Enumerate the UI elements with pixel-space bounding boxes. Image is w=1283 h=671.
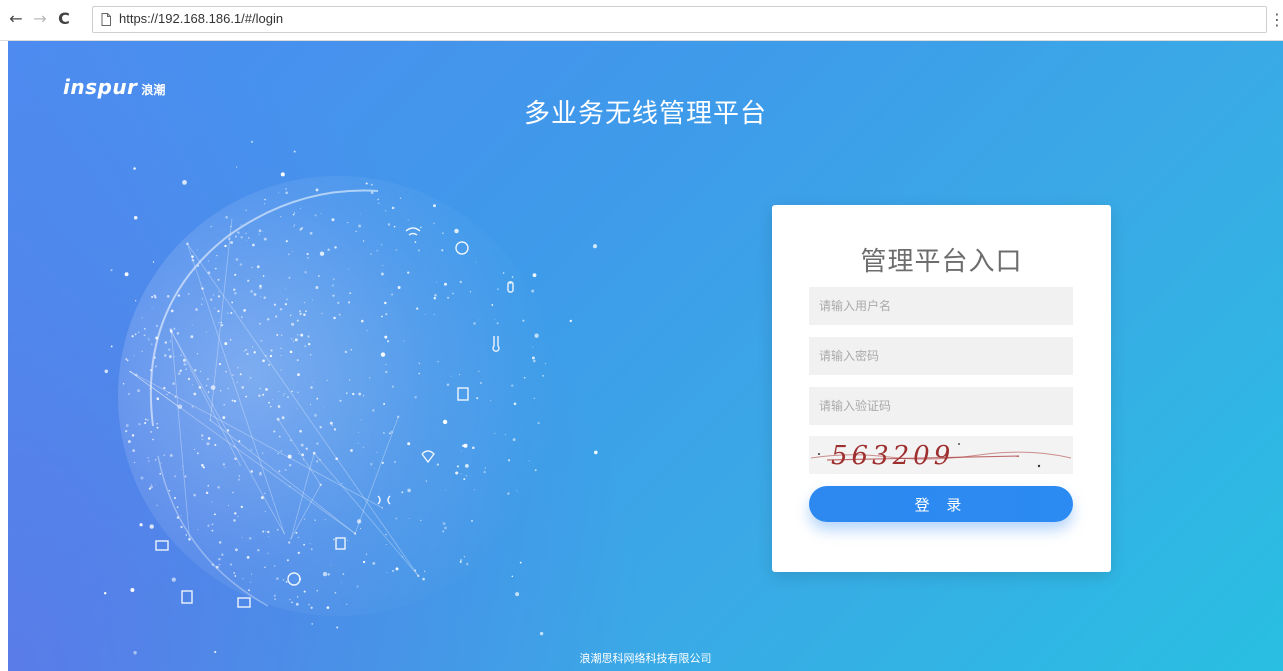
captcha-image[interactable]: 563209 <box>809 436 1073 474</box>
server-icon <box>181 590 193 604</box>
url-text: https://192.168.186.1/#/login <box>119 11 284 26</box>
browser-toolbar: ← → C https://192.168.186.1/#/login ⋮ <box>0 0 1283 41</box>
footer-company: 浪潮思科网络科技有限公司 <box>579 652 712 665</box>
captcha-graphic: 563209 <box>810 441 1072 471</box>
username-input[interactable] <box>809 287 1073 325</box>
back-icon[interactable]: ← <box>6 8 26 30</box>
password-input[interactable] <box>809 337 1073 375</box>
forward-icon[interactable]: → <box>30 8 50 30</box>
page-title: 多业务无线管理平台 <box>523 99 767 129</box>
captcha-text: 563209 <box>831 441 954 471</box>
reload-icon[interactable]: C <box>54 8 74 30</box>
login-title: 管理平台入口 <box>860 247 1023 277</box>
browser-menu-icon[interactable]: ⋮ <box>1269 10 1283 30</box>
address-bar[interactable]: https://192.168.186.1/#/login <box>92 6 1267 33</box>
laptop-icon <box>155 540 169 551</box>
network-globe-illustration <box>103 141 598 655</box>
login-button[interactable]: 登 录 <box>809 486 1073 522</box>
monitor-icon <box>237 597 251 608</box>
page-icon <box>101 13 111 26</box>
login-card: 管理平台入口 563209 登 录 <box>772 205 1111 572</box>
login-page: inspur 浪潮 多业务无线管理平台 管理平台入口 请输入用户名 请输入验证码… <box>8 41 1283 671</box>
captcha-input[interactable] <box>809 387 1073 425</box>
